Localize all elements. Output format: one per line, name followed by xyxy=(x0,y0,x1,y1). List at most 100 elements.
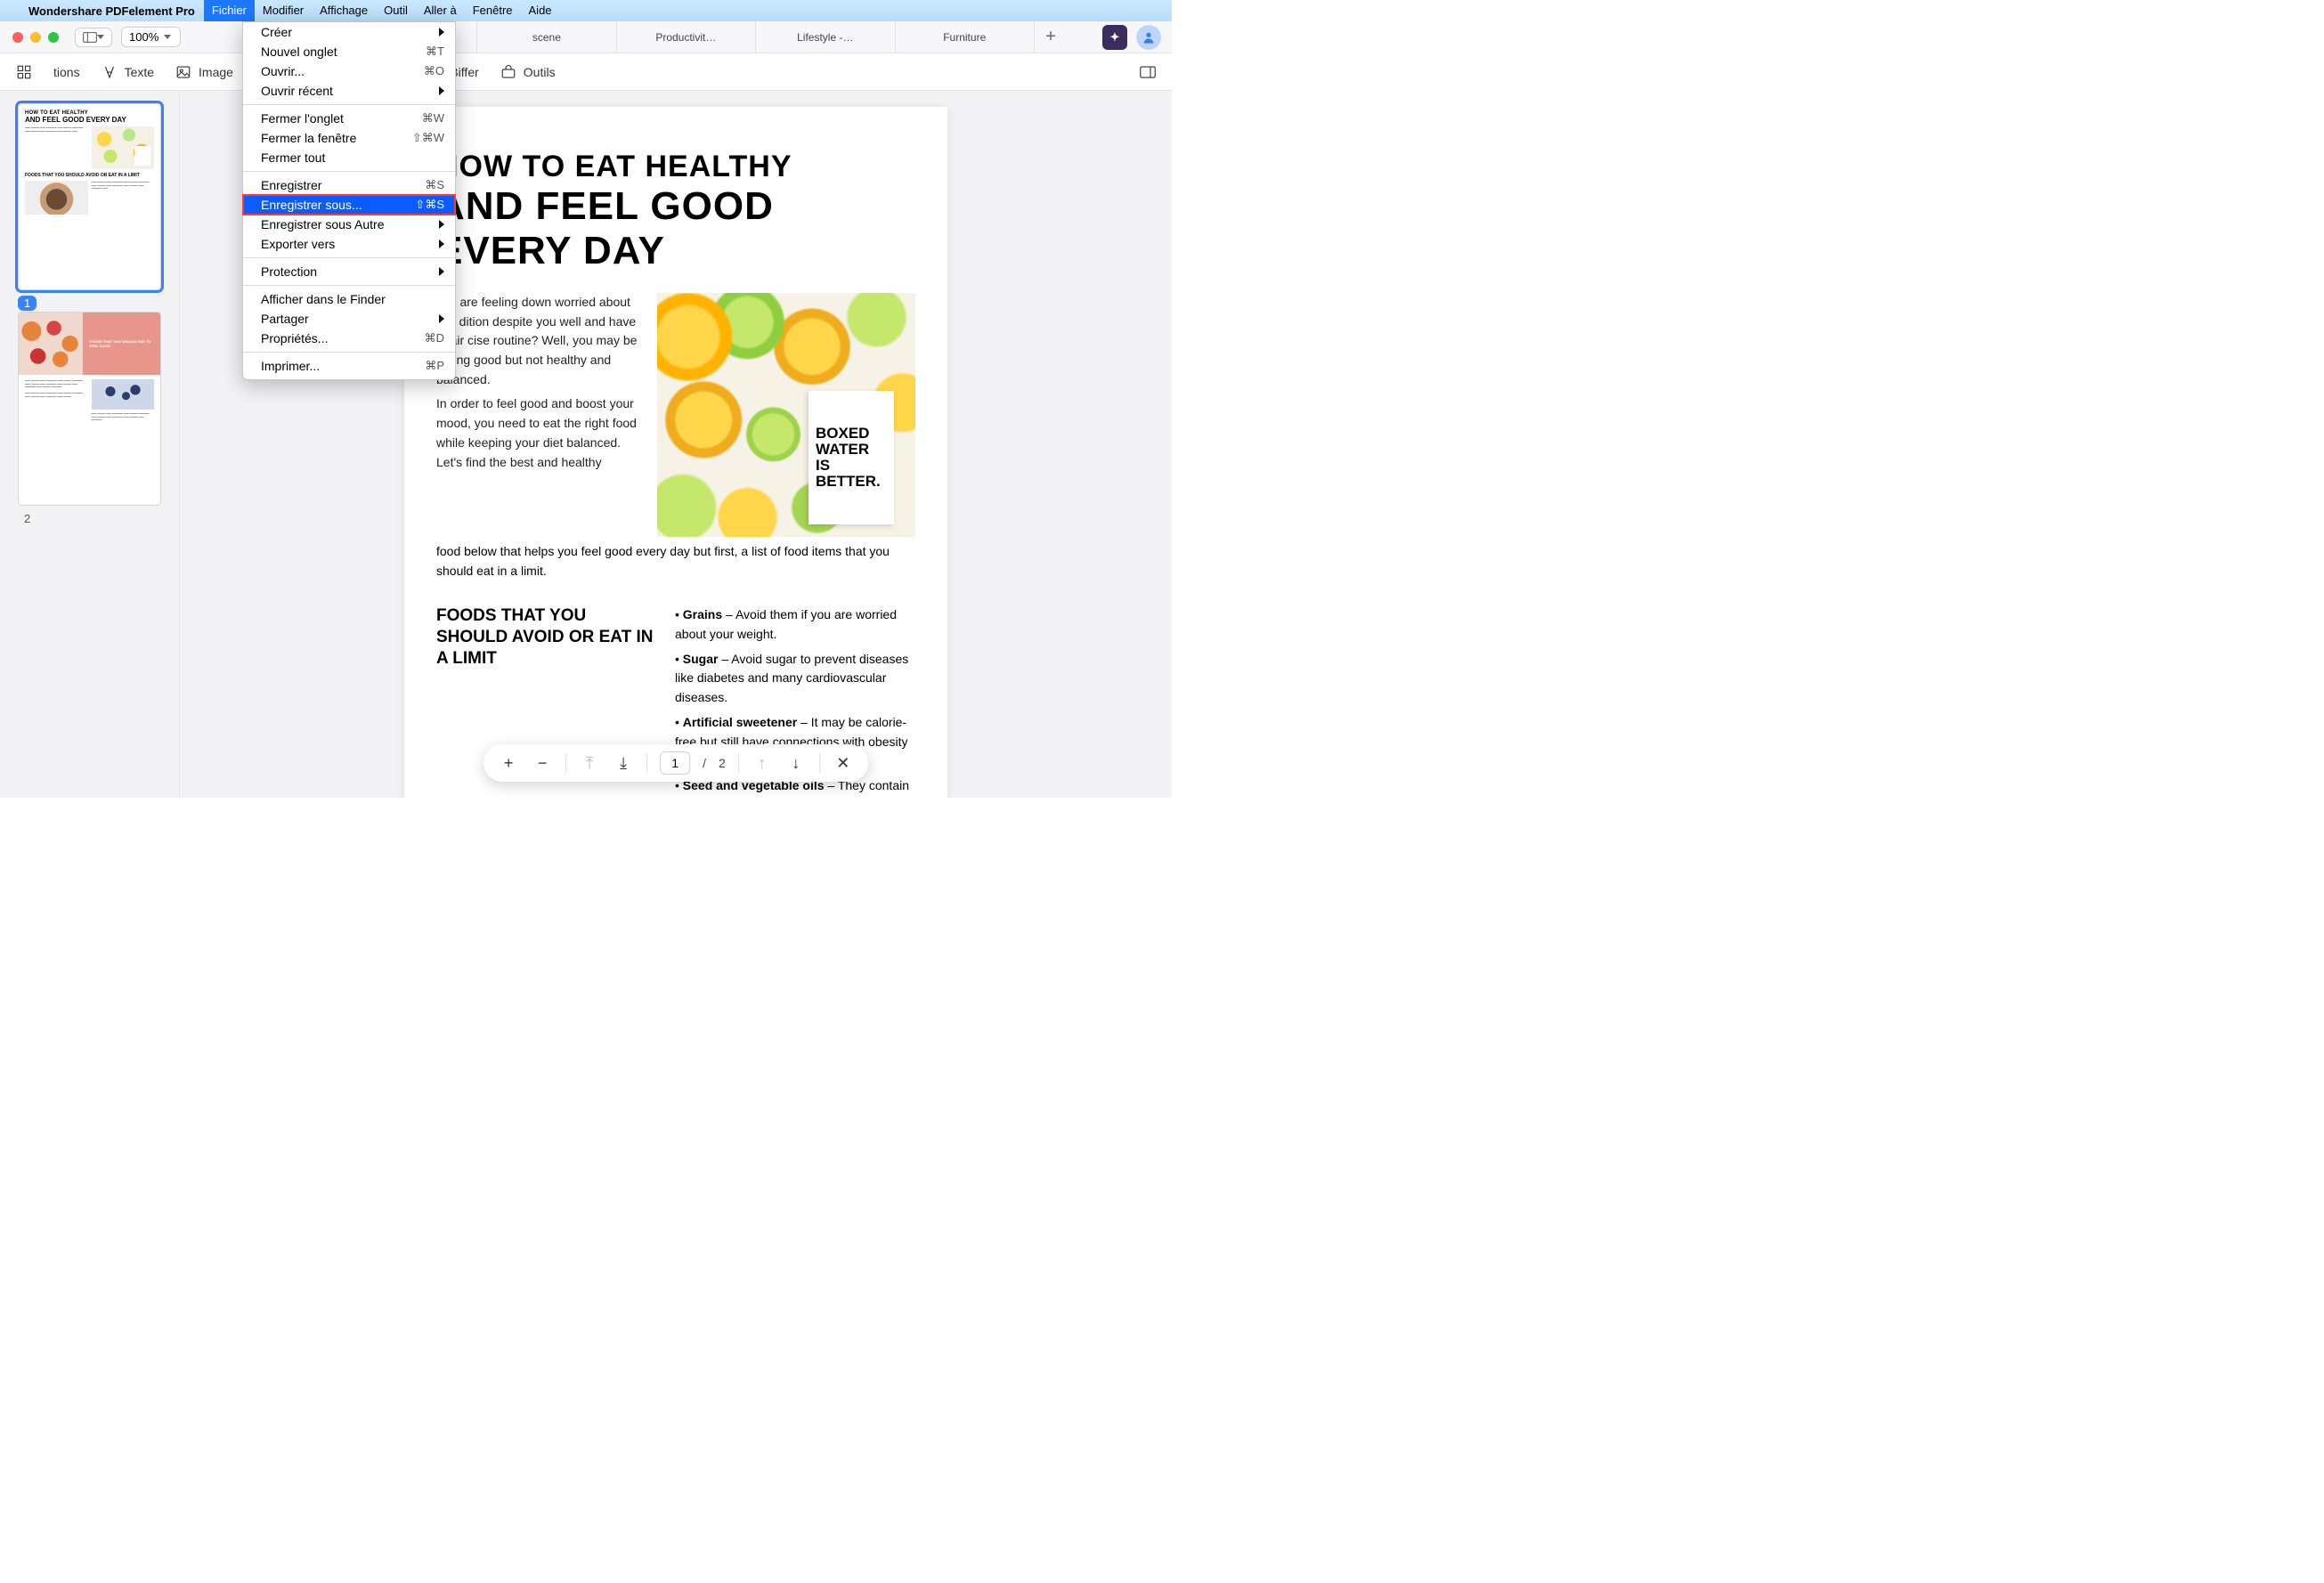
menu-item-ouvrir[interactable]: Ouvrir...⌘O xyxy=(243,61,455,81)
zoom-in-button[interactable]: + xyxy=(498,752,519,774)
sidebar-icon xyxy=(83,31,97,44)
submenu-arrow-icon xyxy=(439,267,444,276)
bullet-term: Grains xyxy=(683,607,722,621)
menu-item-proprietes[interactable]: Propriétés...⌘D xyxy=(243,329,455,348)
menu-label: Protection xyxy=(261,264,434,279)
menu-item-imprimer[interactable]: Imprimer...⌘P xyxy=(243,356,455,376)
toolbar-label: tions xyxy=(53,65,80,79)
menu-item-enregistrer-sous[interactable]: Enregistrer sous...⇧⌘S xyxy=(243,195,455,215)
zoom-selector[interactable]: 100% xyxy=(121,27,181,47)
close-bar-button[interactable]: ✕ xyxy=(833,752,854,774)
ai-assistant-button[interactable]: ✦ xyxy=(1102,25,1127,50)
menu-separator xyxy=(243,171,455,172)
toolbox-icon xyxy=(500,64,516,80)
page-thumbnail-1[interactable]: HOW TO EAT HEALTHY AND FEEL GOOD EVERY D… xyxy=(18,103,161,290)
menu-outil[interactable]: Outil xyxy=(376,0,416,21)
menu-aide[interactable]: Aide xyxy=(521,0,560,21)
document-tab[interactable]: Furniture xyxy=(896,21,1035,53)
image-icon xyxy=(175,64,191,80)
document-tab[interactable]: scene xyxy=(477,21,616,53)
menu-shortcut: ⌘P xyxy=(425,359,444,373)
menu-label: Fermer l'onglet xyxy=(261,111,422,126)
fichier-dropdown-menu: Créer Nouvel onglet⌘T Ouvrir...⌘O Ouvrir… xyxy=(242,21,456,380)
menu-item-enregistrer-sous-autre[interactable]: Enregistrer sous Autre xyxy=(243,215,455,234)
menu-label: Enregistrer sous... xyxy=(261,198,415,212)
boxed-water-carton: BOXED WATER IS BETTER. xyxy=(809,391,894,524)
user-account-button[interactable] xyxy=(1136,25,1161,50)
menu-aller-a[interactable]: Aller à xyxy=(416,0,465,21)
minimize-window-button[interactable] xyxy=(30,32,41,43)
next-page-button[interactable]: ↓ xyxy=(785,752,807,774)
menu-shortcut: ⌘S xyxy=(425,178,444,192)
menu-item-afficher-finder[interactable]: Afficher dans le Finder xyxy=(243,289,455,309)
menu-item-ouvrir-recent[interactable]: Ouvrir récent xyxy=(243,81,455,101)
prev-page-button[interactable]: ↑ xyxy=(752,752,773,774)
menu-label: Afficher dans le Finder xyxy=(261,292,444,306)
menu-label: Partager xyxy=(261,312,434,326)
menu-item-fermer-onglet[interactable]: Fermer l'onglet⌘W xyxy=(243,109,455,128)
menu-shortcut: ⌘T xyxy=(426,45,444,59)
menu-item-fermer-fenetre[interactable]: Fermer la fenêtre⇧⌘W xyxy=(243,128,455,148)
thumbnail-page-number: 2 xyxy=(18,511,37,526)
menu-separator xyxy=(243,104,455,105)
menu-item-enregistrer[interactable]: Enregistrer⌘S xyxy=(243,175,455,195)
submenu-arrow-icon xyxy=(439,86,444,95)
grid-icon xyxy=(16,64,32,80)
user-icon xyxy=(1142,30,1156,45)
mac-menubar: Wondershare PDFelement Pro Fichier Modif… xyxy=(0,0,1172,21)
document-tab[interactable]: Lifestyle -… xyxy=(756,21,895,53)
section-heading: FOODS THAT YOU SHOULD AVOID OR EAT IN A … xyxy=(436,605,659,669)
current-page-input[interactable] xyxy=(660,751,690,775)
thumbnail-page-number: 1 xyxy=(18,296,37,311)
menu-label: Ouvrir récent xyxy=(261,84,434,98)
zoom-value: 100% xyxy=(129,30,158,44)
submenu-arrow-icon xyxy=(439,239,444,248)
menu-item-creer[interactable]: Créer xyxy=(243,22,455,42)
menu-item-nouvel-onglet[interactable]: Nouvel onglet⌘T xyxy=(243,42,455,61)
submenu-arrow-icon xyxy=(439,220,444,229)
edit-toolbar: tions Texte Image Lien Formulaire Biffer… xyxy=(0,53,1172,91)
document-tab[interactable]: Productivit… xyxy=(617,21,756,53)
doc-paragraph: food below that helps you feel good ever… xyxy=(436,542,915,580)
submenu-arrow-icon xyxy=(439,28,444,37)
menu-fichier[interactable]: Fichier xyxy=(204,0,255,21)
hero-citrus-image: BOXED WATER IS BETTER. xyxy=(657,293,915,537)
toolbar-panel-right[interactable] xyxy=(1140,64,1156,80)
menu-shortcut: ⌘W xyxy=(422,111,444,126)
menu-affichage[interactable]: Affichage xyxy=(312,0,376,21)
toolbar-label: Texte xyxy=(125,65,154,79)
menu-label: Propriétés... xyxy=(261,331,425,345)
menu-item-exporter-vers[interactable]: Exporter vers xyxy=(243,234,455,254)
toolbar-outils[interactable]: Outils xyxy=(500,64,556,80)
toolbar-tions[interactable]: tions xyxy=(53,65,80,79)
menu-item-partager[interactable]: Partager xyxy=(243,309,455,329)
toolbar-texte[interactable]: Texte xyxy=(102,64,154,80)
separator xyxy=(738,753,739,773)
sidebar-toggle-button[interactable] xyxy=(75,28,112,47)
menu-item-protection[interactable]: Protection xyxy=(243,262,455,281)
first-page-button[interactable]: ⤒ xyxy=(579,752,600,774)
toolbar-image[interactable]: Image xyxy=(175,64,233,80)
menu-shortcut: ⌘D xyxy=(425,331,444,345)
submenu-arrow-icon xyxy=(439,314,444,323)
bullet-term: Artificial sweetener xyxy=(683,715,797,729)
separator xyxy=(646,753,647,773)
last-page-button[interactable]: ⤓ xyxy=(613,752,634,774)
menu-separator xyxy=(243,285,455,286)
menu-label: Enregistrer xyxy=(261,178,425,192)
menu-fenetre[interactable]: Fenêtre xyxy=(465,0,521,21)
page-thumbnail-2[interactable]: FOODS THAT YOU SHOULD EAT TO FEEL GOOD ▬… xyxy=(18,312,161,506)
app-name[interactable]: Wondershare PDFelement Pro xyxy=(28,4,195,18)
toolbar-grid-button[interactable] xyxy=(16,64,32,80)
new-tab-button[interactable]: + xyxy=(1035,27,1067,47)
close-window-button[interactable] xyxy=(12,32,23,43)
fullscreen-window-button[interactable] xyxy=(48,32,59,43)
doc-title-line1: HOW TO EAT HEALTHY xyxy=(436,150,915,184)
menu-item-fermer-tout[interactable]: Fermer tout xyxy=(243,148,455,167)
menu-label: Fermer la fenêtre xyxy=(261,131,412,145)
traffic-lights xyxy=(0,32,75,43)
menu-modifier[interactable]: Modifier xyxy=(255,0,312,21)
menu-label: Ouvrir... xyxy=(261,64,424,78)
zoom-out-button[interactable]: − xyxy=(532,752,553,774)
carton-text: BOXED WATER IS BETTER. xyxy=(816,426,887,489)
